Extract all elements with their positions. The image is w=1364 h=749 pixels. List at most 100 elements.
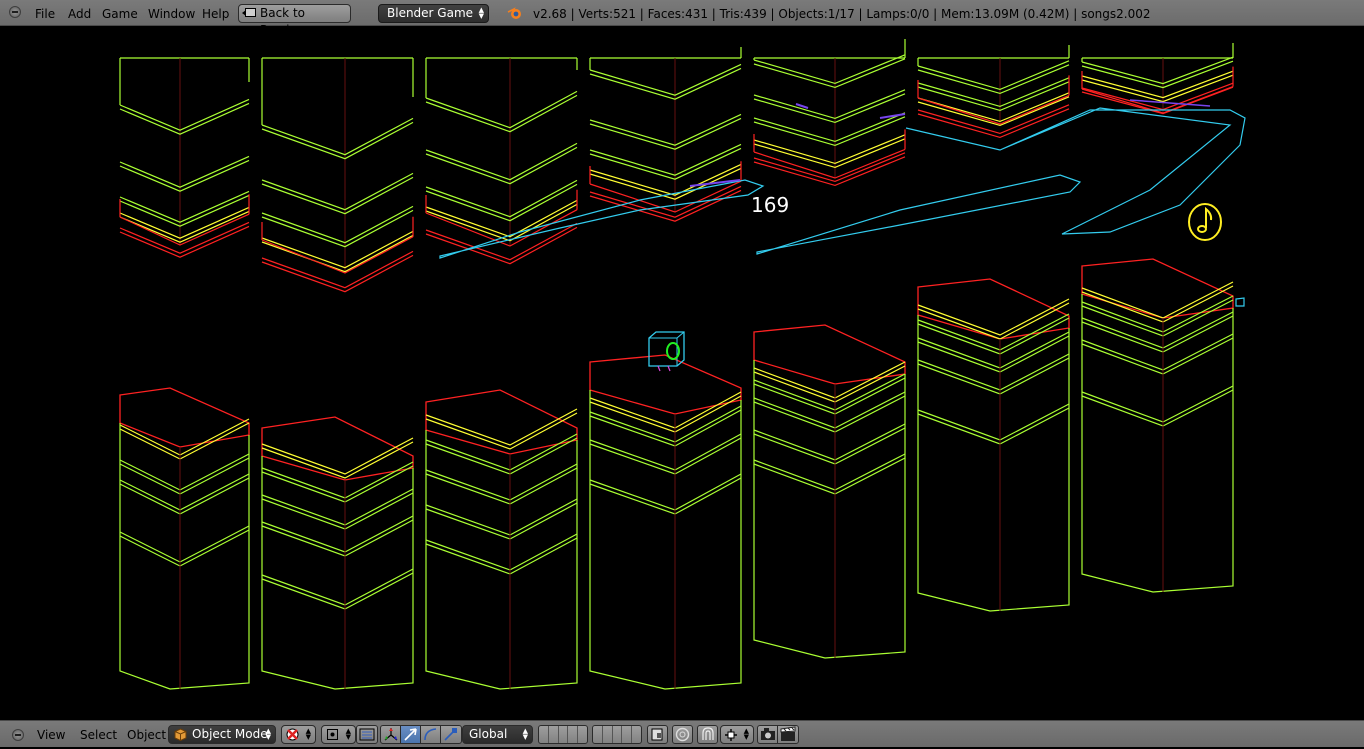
top-pillar-band [917,60,1070,91]
scale-toggle[interactable] [440,725,462,744]
top-pillar-band [261,121,414,160]
cyan-marker [1235,297,1245,307]
top-pillar-band [261,254,414,293]
align-icon [359,728,375,741]
top-pillar-7 [1081,43,1234,62]
camera-cube-icon[interactable] [646,330,688,374]
score-counter: 169 [751,193,790,217]
top-pillar-band [589,67,742,100]
shading-arrows-icon: ▲ ▼ [305,727,311,741]
snap-target-dropdown[interactable]: ▲ ▼ [720,725,754,744]
back-screen-icon [242,8,256,17]
manipulator-icon [384,728,398,741]
top-pillar-band [917,96,1070,127]
3d-viewport[interactable]: 169 [0,27,1364,720]
top-pillar-band [119,190,250,223]
bottom-pillar-sides [917,315,1070,612]
render-animation-button[interactable] [777,725,799,744]
align-pivot-toggle[interactable] [356,725,378,744]
proportional-edit-icon [675,727,690,742]
top-pillar-bottom [753,129,906,179]
bottom-pillar-cap-3 [425,389,578,455]
top-pillar-1 [119,57,250,105]
transform-orientation-dropdown[interactable]: Global ▲ ▼ [462,725,533,744]
bottom-pillar-band [261,519,414,557]
top-pillar-band [261,209,414,248]
footer-collapse-icon[interactable] [12,729,24,741]
header-collapse-icon[interactable] [9,6,21,18]
bottom-pillar-sides [261,456,414,690]
top-pillar-6 [917,45,1070,66]
scene-stats: v2.68 | Verts:521 | Faces:431 | Tris:439… [533,7,1151,21]
bottom-pillar-band [589,437,742,475]
top-pillar-bottom [1081,66,1234,114]
cube-icon [174,728,187,741]
layers-group-2[interactable] [592,725,642,744]
bottom-pillar-band [917,335,1070,373]
menu-window[interactable]: Window [148,0,195,26]
menu-select[interactable]: Select [80,721,117,748]
viewport-shading-dropdown[interactable]: ▲ ▼ [281,725,316,744]
top-pillar-band [425,146,578,185]
render-opengl-button[interactable] [757,725,779,744]
proportional-edit-toggle[interactable] [672,725,693,744]
bottom-pillar-band [119,525,250,563]
top-pillar-4 [589,47,742,70]
music-note-icon[interactable] [1186,201,1224,243]
mode-dropdown[interactable]: Object Mode ▲ ▼ [168,725,276,744]
render-icon [761,728,775,740]
bottom-pillar-band [119,418,250,456]
bottom-pillar-band [425,467,578,505]
top-pillar-band [119,221,250,254]
lock-icon [651,728,663,741]
dropdown-arrows-icon: ▲ ▼ [478,6,484,20]
top-pillar-band [589,113,742,146]
bottom-pillar-band [589,409,742,447]
bottom-pillar-band [589,395,742,433]
menu-game[interactable]: Game [102,0,138,26]
top-pillar-bottom [589,161,742,213]
pivot-dropdown[interactable]: ▲ ▼ [321,725,356,744]
viewport-shading-icon [286,728,299,741]
menu-object[interactable]: Object [127,721,166,748]
bottom-pillar-band [425,437,578,475]
bottom-pillar-sides [1081,294,1234,593]
bottom-pillar-band [425,537,578,575]
manipulator-toggle[interactable] [380,725,402,744]
mode-arrows-icon: ▲ ▼ [265,727,271,741]
bottom-pillar-band [425,412,578,450]
snap-toggle[interactable] [697,725,718,744]
pivot-arrows-icon: ▲ ▼ [345,727,351,741]
top-pillar-band [425,94,578,133]
top-pillar-5 [753,39,906,60]
bottom-pillar-band [425,502,578,540]
bottom-pillar-band [119,529,250,567]
rotate-toggle[interactable] [420,725,442,744]
blender-logo-icon [507,7,521,19]
lock-camera-layers-toggle[interactable] [647,725,668,744]
top-pillar-band [753,138,906,169]
top-pillar-band [589,63,742,96]
translate-toggle[interactable] [400,725,422,744]
scale-icon [444,728,457,741]
engine-dropdown[interactable]: Blender Game ▲ ▼ [378,4,489,23]
bottom-pillar-band [589,477,742,515]
top-pillar-2 [261,57,414,125]
top-pillar-band [425,226,578,265]
top-pillar-band [589,117,742,150]
top-pillar-band [261,176,414,215]
mode-label: Object Mode [192,727,268,741]
bottom-pillar-cap-5 [753,324,906,385]
bottom-pillar-band [917,407,1070,445]
menu-add[interactable]: Add [68,0,91,26]
menu-file[interactable]: File [35,0,55,26]
top-pillar-band [753,58,906,89]
menu-view[interactable]: View [37,721,65,748]
bottom-pillar-cap-7 [1081,258,1234,319]
layers-group-1[interactable] [538,725,588,744]
bottom-pillar-sides [589,390,742,690]
cyan-ramp-2 [756,174,1082,255]
menu-help[interactable]: Help [202,0,229,26]
back-to-previous-button[interactable]: Back to Previous [238,4,351,37]
bottom-pillar-cap-2 [261,416,414,481]
